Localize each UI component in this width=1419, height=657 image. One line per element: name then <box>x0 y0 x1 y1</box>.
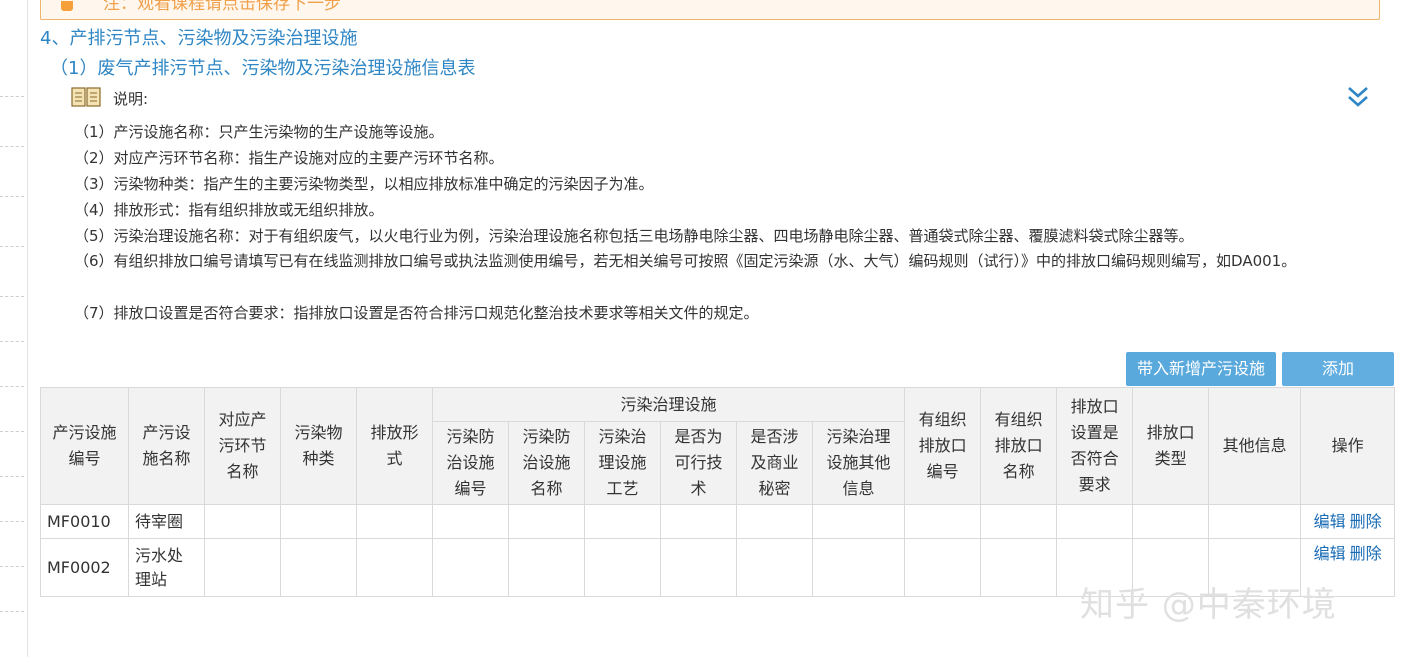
rail-divider <box>0 566 24 567</box>
rail-divider <box>0 246 24 247</box>
book-icon <box>71 87 101 107</box>
delete-link[interactable]: 删除 <box>1350 544 1382 563</box>
header-trade-secret: 是否涉及商业秘密 <box>736 421 813 505</box>
exhaust-facility-table: 产污设施编号 产污设施名称 对应产污环节名称 污染物种类 排放形式 污染治理设施… <box>40 387 1396 597</box>
watermark: 知乎 @中秦环境 <box>1080 585 1337 625</box>
header-outlet-compliant: 排放口设置是否符合要求 <box>1056 387 1134 505</box>
header-link-name: 对应产污环节名称 <box>204 387 281 505</box>
rail-divider <box>0 386 24 387</box>
header-facility-code: 产污设施编号 <box>40 387 129 505</box>
rail-divider <box>0 431 24 432</box>
header-treatment-code: 污染防治设施编号 <box>432 421 509 505</box>
delete-link[interactable]: 删除 <box>1350 512 1382 531</box>
note-item: （4）排放形式：指有组织排放或无组织排放。 <box>74 201 384 219</box>
note-item: （2）对应产污环节名称：指生产设施对应的主要产污环节名称。 <box>74 149 504 167</box>
section-title: 4、产排污节点、污染物及污染治理设施 <box>40 28 358 49</box>
rail-divider <box>0 96 24 97</box>
table-row: MF0010 待宰圈 编辑 删除 <box>40 504 1396 539</box>
header-feasible-tech: 是否为可行技术 <box>660 421 737 505</box>
rail-divider <box>0 521 24 522</box>
header-treatment-group: 污染治理设施 <box>431 387 906 422</box>
note-item: （5）污染治理设施名称：对于有组织废气，以火电行业为例，污染治理设施名称包括三电… <box>74 227 1194 245</box>
subsection-title: （1）废气产排污节点、污染物及污染治理设施信息表 <box>50 58 476 79</box>
rail-divider <box>0 196 24 197</box>
cell-facility-code: MF0010 <box>40 504 129 539</box>
rail-divider <box>0 146 24 147</box>
import-new-facility-button[interactable]: 带入新增产污设施 <box>1126 352 1276 386</box>
header-treatment-name: 污染防治设施名称 <box>508 421 585 505</box>
note-item: （7）排放口设置是否符合要求：指排放口设置是否符合排污口规范化整治技术要求等相关… <box>74 304 759 322</box>
note-item: （6）有组织排放口编号请填写已有在线监测排放口编号或执法监测使用编号，若无相关编… <box>74 252 1297 270</box>
description-label: 说明: <box>113 90 149 108</box>
note-item: （1）产污设施名称：只产生污染物的生产设施等设施。 <box>74 123 444 141</box>
rail-divider <box>0 476 24 477</box>
header-outlet-type: 排放口类型 <box>1132 387 1210 505</box>
header-treatment-other: 污染治理设施其他信息 <box>811 421 906 505</box>
header-actions: 操作 <box>1300 387 1396 505</box>
header-treatment-process: 污染治理设施工艺 <box>584 421 661 505</box>
notice-banner: 注：观看课程请点击保存下一步 <box>40 0 1380 20</box>
cell-facility-name: 污水处理站 <box>128 538 205 597</box>
edit-link[interactable]: 编辑 <box>1314 544 1346 563</box>
cell-facility-code: MF0002 <box>40 538 129 597</box>
left-rail <box>0 0 28 657</box>
header-pollutant-type: 污染物种类 <box>280 387 357 505</box>
header-emission-form: 排放形式 <box>356 387 433 505</box>
lightbulb-icon <box>61 1 73 11</box>
cell-facility-name: 待宰圈 <box>128 504 205 539</box>
rail-divider <box>0 611 24 612</box>
header-facility-name: 产污设施名称 <box>128 387 205 505</box>
rail-divider <box>0 341 24 342</box>
header-other-info: 其他信息 <box>1208 387 1302 505</box>
row-actions: 编辑 删除 <box>1300 504 1396 539</box>
rail-divider <box>0 296 24 297</box>
collapse-chevron-icon[interactable] <box>1346 84 1370 110</box>
add-button[interactable]: 添加 <box>1282 352 1394 386</box>
header-outlet-code: 有组织排放口编号 <box>904 387 982 505</box>
notice-text: 注：观看课程请点击保存下一步 <box>103 0 341 14</box>
header-outlet-name: 有组织排放口名称 <box>980 387 1058 505</box>
note-item: （3）污染物种类：指产生的主要污染物类型，以相应排放标准中确定的污染因子为准。 <box>74 175 654 193</box>
edit-link[interactable]: 编辑 <box>1314 512 1346 531</box>
